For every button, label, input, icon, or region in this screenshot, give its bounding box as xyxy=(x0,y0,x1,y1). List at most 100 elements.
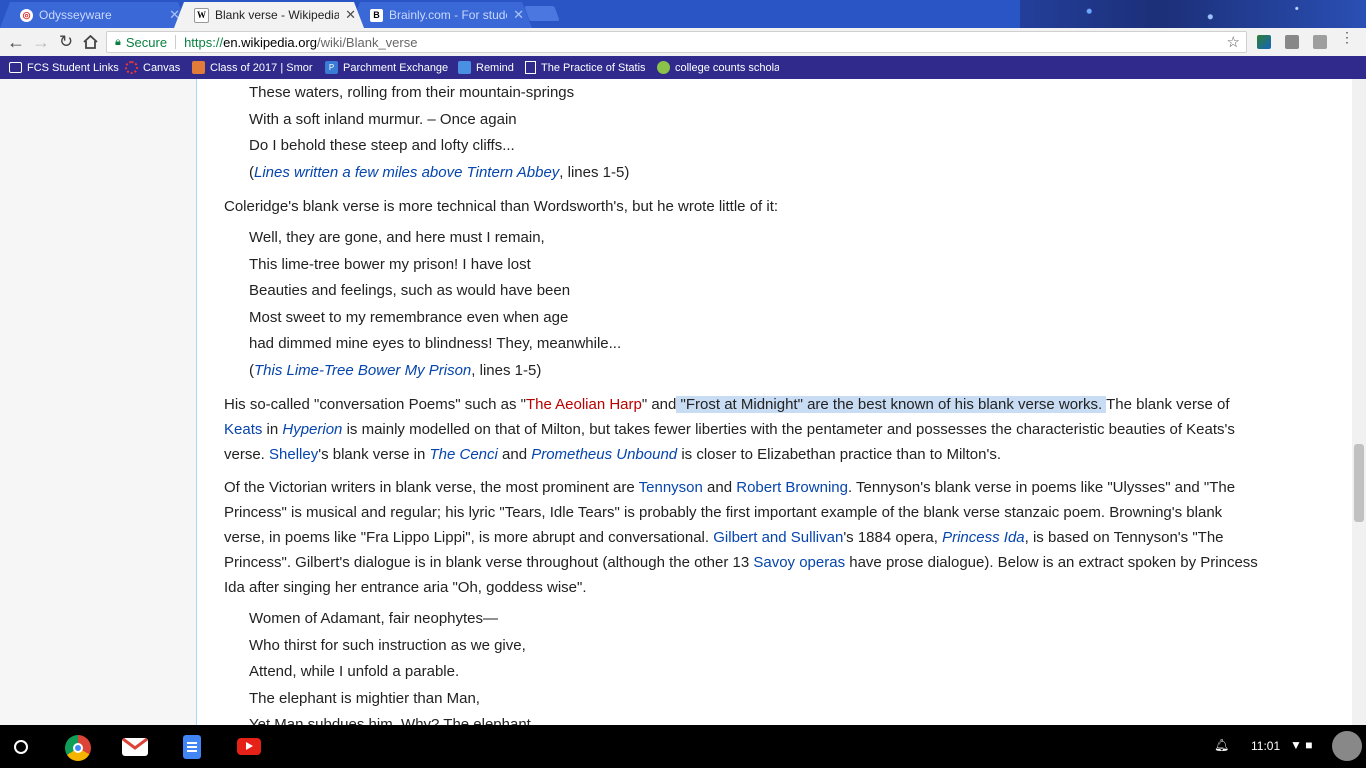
bookmark-practice-of-statistics[interactable]: The Practice of Statis xyxy=(525,60,645,75)
back-button[interactable]: ← xyxy=(6,32,26,52)
odysseyware-icon: ◎ xyxy=(20,9,33,22)
paragraph-conversation-poems: His so-called "conversation Poems" such … xyxy=(224,396,1235,463)
new-tab-button[interactable] xyxy=(524,6,560,21)
poem-line: Women of Adamant, fair neophytes— xyxy=(249,610,499,627)
bookmark-remind[interactable]: Remind xyxy=(458,60,518,75)
link-shelley[interactable]: Shelley xyxy=(269,446,318,463)
chrome-icon[interactable] xyxy=(65,735,91,761)
reload-button[interactable]: ↻ xyxy=(56,32,76,52)
article-content: These waters, rolling from their mountai… xyxy=(224,79,1334,725)
bookmark-star-icon[interactable]: ☆ xyxy=(1227,33,1240,51)
bookmark-label: Remind xyxy=(476,61,514,74)
poem-line: Beauties and feelings, such as would hav… xyxy=(249,282,571,299)
paragraph-victorian: Of the Victorian writers in blank verse,… xyxy=(224,479,1258,596)
link-aeolian-harp[interactable]: The Aeolian Harp xyxy=(526,396,642,413)
article-body: These waters, rolling from their mountai… xyxy=(196,79,1353,725)
lock-icon: 🔒︎ xyxy=(115,35,121,48)
theme-background xyxy=(1020,0,1366,28)
browser-menu-icon[interactable]: ⋮ xyxy=(1340,30,1354,44)
poem-line: Well, they are gone, and here must I rem… xyxy=(249,229,545,246)
college-icon xyxy=(657,61,670,74)
poem-line: Attend, while I unfold a parable. xyxy=(249,663,460,680)
bookmark-parchment-exchange[interactable]: P Parchment Exchange xyxy=(325,60,451,75)
bookmark-canvas[interactable]: Canvas xyxy=(125,60,185,75)
tab-strip: ◎ Odysseyware ✕ W Blank verse - Wikipedi… xyxy=(0,0,1366,28)
selected-text: "Frost at Midnight" are the best known o… xyxy=(676,396,1107,413)
link-keats[interactable]: Keats xyxy=(224,421,262,438)
scrollbar-thumb[interactable] xyxy=(1354,444,1364,522)
wifi-icon[interactable]: ▼ ■ xyxy=(1290,738,1312,752)
bookmark-label: college counts schola xyxy=(675,61,779,74)
tab-blank-verse-wikipedia[interactable]: W Blank verse - Wikipedia ✕ xyxy=(174,2,364,28)
link-hyperion[interactable]: Hyperion xyxy=(282,421,342,438)
poem-quote-princess-ida: Women of Adamant, fair neophytes— Who th… xyxy=(224,606,1334,725)
link-tennyson[interactable]: Tennyson xyxy=(639,479,703,496)
close-icon[interactable]: ✕ xyxy=(345,7,356,23)
bookmark-label: FCS Student Links xyxy=(27,61,119,74)
browser-toolbar: ← → ↻ 🔒︎ Secure https:// en.wikipedia.or… xyxy=(0,28,1366,56)
link-the-cenci[interactable]: The Cenci xyxy=(429,446,497,463)
class-icon xyxy=(192,61,205,74)
tab-title: Blank verse - Wikipedia xyxy=(215,8,340,22)
link-princess-ida[interactable]: Princess Ida xyxy=(942,529,1025,546)
bookmark-label: Parchment Exchange xyxy=(343,61,449,74)
poem-line: had dimmed mine eyes to blindness! They,… xyxy=(249,335,622,352)
youtube-icon[interactable] xyxy=(237,738,261,755)
link-robert-browning[interactable]: Robert Browning xyxy=(736,479,848,496)
folder-icon xyxy=(9,62,22,73)
wikipedia-icon: W xyxy=(194,8,209,23)
bookmark-label: The Practice of Statis xyxy=(541,61,645,74)
brainly-icon: B xyxy=(370,9,383,22)
tab-odysseyware[interactable]: ◎ Odysseyware ✕ xyxy=(0,2,188,28)
parchment-icon: P xyxy=(325,61,338,74)
address-bar[interactable]: 🔒︎ Secure https:// en.wikipedia.org /wik… xyxy=(106,31,1247,53)
secure-label: Secure xyxy=(125,34,168,50)
page-scrollbar[interactable] xyxy=(1352,79,1366,725)
tab-title: Brainly.com - For studer xyxy=(389,8,508,22)
link-gilbert-and-sullivan[interactable]: Gilbert and Sullivan xyxy=(713,529,843,546)
poem-citation: (This Lime-Tree Bower My Prison, lines 1… xyxy=(249,361,542,379)
poem-quote-wordsworth: These waters, rolling from their mountai… xyxy=(224,80,1334,186)
url-host: en.wikipedia.org xyxy=(223,34,318,50)
system-clock[interactable]: 11:01 xyxy=(1251,739,1280,753)
close-icon[interactable]: ✕ xyxy=(513,7,524,23)
link-lime-tree-bower[interactable]: This Lime-Tree Bower My Prison xyxy=(254,362,471,379)
poem-line: The elephant is mightier than Man, xyxy=(249,689,480,707)
link-savoy-operas[interactable]: Savoy operas xyxy=(753,554,845,571)
poem-line: Do I behold these steep and lofty cliffs… xyxy=(249,137,515,154)
gmail-icon[interactable] xyxy=(122,738,148,756)
arrow-left-icon: ← xyxy=(7,31,25,52)
url-path: /wiki/Blank_verse xyxy=(317,34,418,50)
poem-line: Who thirst for such instruction as we gi… xyxy=(249,636,526,654)
bookmark-fcs-student-links[interactable]: FCS Student Links xyxy=(9,60,119,75)
tab-title: Odysseyware xyxy=(39,8,112,22)
docs-icon[interactable] xyxy=(183,735,201,759)
link-tintern-abbey[interactable]: Lines written a few miles above Tintern … xyxy=(254,164,559,181)
divider xyxy=(175,35,177,49)
poem-line: Yet Man subdues him. Why? The elephant xyxy=(249,716,531,725)
arrow-right-icon: → xyxy=(32,31,50,52)
poem-line: Most sweet to my remembrance even when a… xyxy=(249,308,569,326)
url-scheme: https:// xyxy=(184,34,224,50)
poem-line: These waters, rolling from their mountai… xyxy=(249,84,575,101)
bookmarks-bar: FCS Student Links Canvas Class of 2017 |… xyxy=(0,56,1366,79)
extension-icon[interactable] xyxy=(1257,35,1271,49)
avatar[interactable] xyxy=(1332,731,1362,761)
canvas-icon xyxy=(125,61,138,74)
link-prometheus-unbound[interactable]: Prometheus Unbound xyxy=(531,446,677,463)
poem-line: This lime-tree bower my prison! I have l… xyxy=(249,255,531,273)
tab-brainly[interactable]: B Brainly.com - For studer ✕ xyxy=(350,2,532,28)
chromeos-shelf: 🔔︎ 11:01 ▼ ■ xyxy=(0,725,1366,768)
poem-line: With a soft inland murmur. – Once again xyxy=(249,110,517,128)
home-button[interactable] xyxy=(80,32,100,52)
paragraph-coleridge: Coleridge's blank verse is more technica… xyxy=(224,198,779,215)
extension-icon[interactable] xyxy=(1285,35,1299,49)
notification-bell-icon[interactable]: 🔔︎ xyxy=(1214,738,1229,752)
extension-icon[interactable] xyxy=(1313,35,1327,49)
forward-button[interactable]: → xyxy=(31,32,51,52)
bookmark-class-of-2017[interactable]: Class of 2017 | Smor xyxy=(192,60,314,75)
remind-icon xyxy=(458,61,471,74)
launcher-icon[interactable] xyxy=(14,740,28,754)
bookmark-college-counts[interactable]: college counts schola xyxy=(657,60,779,75)
document-icon xyxy=(525,61,536,74)
